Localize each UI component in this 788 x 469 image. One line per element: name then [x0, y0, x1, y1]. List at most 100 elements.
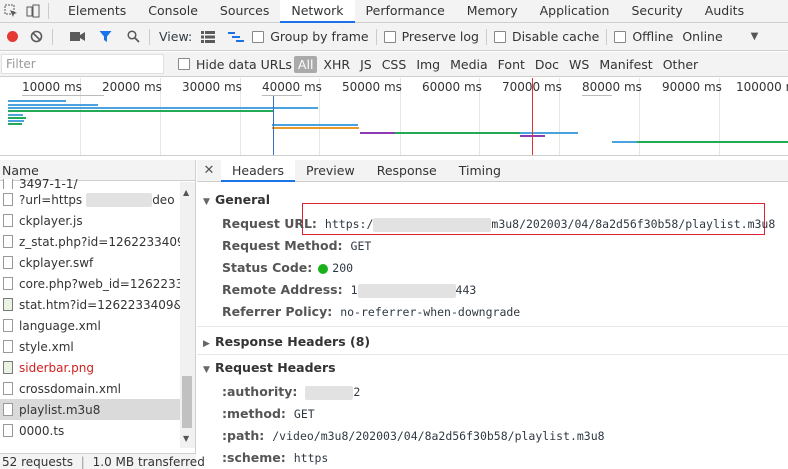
request-detail-pane: ✕ Headers Preview Response Timing ▼ Gener… — [197, 159, 788, 469]
filter-type-other[interactable]: Other — [663, 57, 699, 72]
request-url-key: Request URL: — [222, 216, 317, 231]
request-bar — [8, 123, 22, 125]
list-item[interactable]: core.php?web_id=1262233409 — [0, 273, 180, 294]
request-bar — [272, 127, 359, 129]
inspect-element-icon[interactable] — [0, 0, 22, 22]
tab-timing[interactable]: Timing — [448, 160, 512, 182]
method-value: GET — [293, 407, 315, 421]
filter-funnel-icon[interactable] — [95, 27, 115, 47]
request-url-row: Request URL: https:/ m3u8/202003/04/8a2d5… — [222, 216, 775, 232]
general-section-header[interactable]: ▼ General — [203, 192, 270, 207]
filter-type-font[interactable]: Font — [498, 57, 525, 72]
filter-type-media[interactable]: Media — [450, 57, 488, 72]
list-item[interactable]: crossdomain.xml — [0, 378, 180, 399]
record-button[interactable] — [7, 31, 18, 42]
tab-security[interactable]: Security — [620, 0, 693, 23]
transferred-size: 1.0 MB transferred — [92, 455, 205, 469]
list-item[interactable]: siderbar.png — [0, 357, 180, 378]
tab-sources[interactable]: Sources — [209, 0, 280, 23]
name-column-header[interactable]: Name — [0, 160, 195, 181]
offline-checkbox[interactable]: Offline — [614, 29, 673, 44]
request-method-row: Request Method: GET — [222, 238, 371, 253]
list-scrollbar[interactable]: ▲ ▼ — [180, 182, 195, 448]
checkbox-box[interactable] — [178, 58, 190, 70]
status-code-row: Status Code: 200 — [222, 260, 353, 275]
redacted-mask — [305, 385, 354, 400]
disable-cache-checkbox[interactable]: Disable cache — [493, 29, 599, 44]
list-item[interactable]: ckplayer.js — [0, 210, 180, 231]
requests-count: 52 requests — [2, 455, 73, 469]
scroll-up-arrow-icon[interactable]: ▲ — [183, 188, 189, 197]
tab-network[interactable]: Network — [280, 0, 355, 23]
tab-console[interactable]: Console — [137, 0, 209, 23]
request-name: style.xml — [19, 339, 74, 354]
authority-suffix: 2 — [353, 385, 361, 399]
device-toolbar-icon[interactable] — [22, 0, 44, 22]
tab-elements[interactable]: Elements — [57, 0, 137, 23]
group-by-frame-checkbox[interactable]: Group by frame — [252, 29, 369, 44]
request-bar — [272, 124, 358, 126]
tick-label: 60000 ms — [422, 80, 482, 94]
file-icon — [3, 319, 13, 332]
file-icon — [3, 382, 13, 395]
request-url-prefix: https:/ — [324, 217, 374, 231]
tab-preview[interactable]: Preview — [295, 160, 366, 182]
timeline-overview[interactable]: 10000 ms 20000 ms 30000 ms 40000 ms 5000… — [0, 78, 788, 156]
filter-type-doc[interactable]: Doc — [535, 57, 559, 72]
large-rows-icon[interactable] — [198, 27, 218, 47]
list-item[interactable]: z_stat.php?id=1262233409&w — [0, 231, 180, 252]
redacted-mask — [373, 217, 492, 232]
checkbox-box[interactable] — [614, 30, 627, 43]
filter-type-xhr[interactable]: XHR — [323, 57, 350, 72]
scrollbar-thumb[interactable] — [182, 376, 192, 428]
checkbox-box[interactable] — [493, 30, 506, 43]
tab-application[interactable]: Application — [529, 0, 621, 23]
filter-type-img[interactable]: Img — [416, 57, 440, 72]
list-item[interactable]: ?url=https deo — [0, 189, 180, 210]
list-item[interactable]: 3497-1-1/ — [0, 179, 180, 189]
filter-type-all[interactable]: All — [293, 55, 318, 73]
tick-label: 100000 ms — [736, 80, 788, 94]
checkbox-box[interactable] — [383, 30, 396, 43]
filter-type-ws[interactable]: WS — [569, 57, 589, 72]
path-key: :path: — [222, 428, 265, 443]
hide-data-urls-checkbox[interactable]: Hide data URLs — [178, 57, 292, 72]
filter-type-js[interactable]: JS — [360, 57, 372, 72]
file-icon — [3, 340, 13, 353]
hide-data-urls-label: Hide data URLs — [196, 56, 292, 72]
tab-audits[interactable]: Audits — [694, 0, 755, 23]
list-item-selected[interactable]: playlist.m3u8 — [0, 399, 180, 420]
file-icon — [3, 214, 13, 227]
filter-bar: Filter Hide data URLs All XHR JS CSS Img… — [0, 52, 788, 77]
list-item[interactable]: stat.htm?id=1262233409&r=h — [0, 294, 180, 315]
search-icon[interactable] — [123, 27, 143, 47]
tab-response[interactable]: Response — [366, 160, 448, 182]
list-item[interactable]: ckplayer.swf — [0, 252, 180, 273]
request-list: Name 3497-1-1/ ?url=https deo ckplayer.js… — [0, 160, 205, 469]
preserve-log-checkbox[interactable]: Preserve log — [383, 29, 479, 44]
tab-performance[interactable]: Performance — [355, 0, 456, 23]
list-item[interactable]: style.xml — [0, 336, 180, 357]
list-item[interactable]: 0000.ts — [0, 420, 180, 441]
remote-address-row: Remote Address: 1 443 — [222, 282, 476, 298]
devtools-tab-bar: Elements Console Sources Network Perform… — [0, 0, 788, 23]
request-bar — [8, 107, 318, 109]
clear-icon[interactable] — [26, 27, 46, 47]
close-icon[interactable]: ✕ — [197, 163, 221, 178]
tab-headers[interactable]: Headers — [221, 159, 296, 182]
filter-type-manifest[interactable]: Manifest — [599, 57, 652, 72]
request-method-key: Request Method: — [222, 238, 343, 253]
list-item[interactable]: language.xml — [0, 315, 180, 336]
checkbox-box[interactable] — [252, 30, 265, 43]
request-name: playlist.m3u8 — [19, 402, 101, 417]
throttling-select[interactable]: Online ▼ — [682, 29, 758, 44]
waterfall-overview-icon[interactable] — [226, 27, 246, 47]
overview-scale-line — [582, 95, 612, 96]
filter-type-css[interactable]: CSS — [382, 57, 407, 72]
screenshot-camera-icon[interactable] — [67, 27, 87, 47]
filter-input[interactable]: Filter — [1, 54, 164, 74]
tab-memory[interactable]: Memory — [456, 0, 529, 23]
response-headers-section-header[interactable]: ▶ Response Headers (8) — [203, 334, 370, 349]
scroll-down-arrow-icon[interactable]: ▼ — [183, 434, 189, 443]
request-headers-section-header[interactable]: ▼ Request Headers — [203, 360, 336, 375]
